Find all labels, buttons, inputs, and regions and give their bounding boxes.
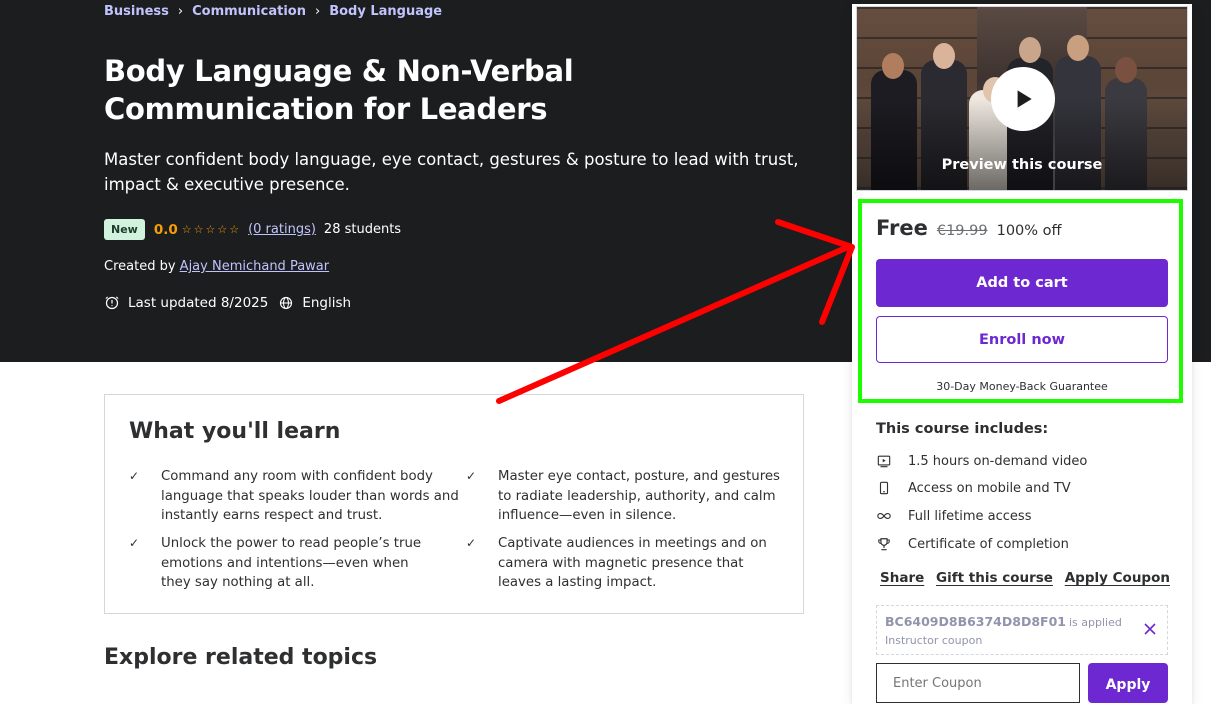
- learn-heading: What you'll learn: [129, 419, 341, 444]
- include-item: 1.5 hours on-demand video: [876, 453, 1087, 469]
- learn-item-text: Command any room with confident body lan…: [161, 469, 459, 524]
- include-item-label: Full lifetime access: [908, 508, 1032, 524]
- check-icon: ✓: [129, 536, 140, 550]
- preview-label: Preview this course: [941, 157, 1103, 173]
- learn-item-text: Unlock the power to read people’s true e…: [161, 536, 422, 591]
- coupon-type: Instructor coupon: [885, 634, 983, 647]
- coupon-input[interactable]: [876, 663, 1080, 703]
- coupon-applied-text: is applied: [1068, 616, 1122, 629]
- ratings-link[interactable]: (0 ratings): [248, 222, 316, 237]
- student-count: 28 students: [323, 222, 402, 237]
- breadcrumb-item-body-language[interactable]: Body Language: [329, 4, 442, 19]
- instructor-link[interactable]: Ajay Nemichand Pawar: [180, 259, 329, 274]
- include-item: Certificate of completion: [876, 536, 1069, 552]
- share-button[interactable]: Share: [880, 570, 924, 586]
- learn-item-text: Captivate audiences in meetings and on c…: [498, 536, 767, 591]
- apply-coupon-button[interactable]: Apply: [1088, 663, 1168, 703]
- learn-item: ✓ Captivate audiences in meetings and on…: [466, 534, 776, 593]
- apply-coupon-toggle[interactable]: Apply Coupon: [1065, 570, 1170, 586]
- include-item: Full lifetime access: [876, 508, 1031, 524]
- coupon-code: BC6409D8B6374D8D8F01: [885, 614, 1066, 629]
- play-button[interactable]: [991, 67, 1055, 131]
- infinity-icon: [876, 508, 892, 524]
- learn-item-text: Master eye contact, posture, and gesture…: [498, 469, 780, 524]
- close-icon[interactable]: [1143, 622, 1157, 636]
- include-item-label: 1.5 hours on-demand video: [908, 453, 1088, 469]
- course-subtitle: Master confident body language, eye cont…: [104, 150, 799, 194]
- course-title: Body Language & Non-Verbal Communication…: [104, 54, 574, 126]
- learn-item: ✓ Unlock the power to read people’s true…: [129, 534, 429, 593]
- course-preview[interactable]: Preview this course: [856, 6, 1188, 191]
- chevron-right-icon: ›: [177, 4, 184, 19]
- include-item-label: Access on mobile and TV: [908, 480, 1071, 496]
- learn-item: ✓ Command any room with confident body l…: [129, 467, 459, 526]
- include-item: Access on mobile and TV: [876, 480, 1071, 496]
- breadcrumb-item-business[interactable]: Business: [104, 4, 169, 19]
- play-icon: [1017, 90, 1032, 108]
- what-youll-learn-box: What you'll learn ✓ Command any room wit…: [104, 394, 804, 614]
- applied-coupon-box: BC6409D8B6374D8D8F01 is applied Instructo…: [876, 605, 1168, 655]
- trophy-icon: [876, 536, 892, 552]
- new-badge: New: [104, 219, 145, 240]
- breadcrumb: Business › Communication › Body Language: [104, 4, 442, 19]
- star-rating-icon: ☆☆☆☆☆: [181, 223, 242, 236]
- check-icon: ✓: [466, 469, 477, 483]
- course-language: English: [302, 295, 352, 311]
- coupon-code-line: BC6409D8B6374D8D8F01 is applied: [885, 614, 1122, 629]
- include-item-label: Certificate of completion: [908, 536, 1069, 552]
- created-by-label: Created by: [104, 259, 176, 274]
- gift-course-button[interactable]: Gift this course: [936, 570, 1053, 586]
- alert-clock-icon: [104, 296, 119, 311]
- learn-item: ✓ Master eye contact, posture, and gestu…: [466, 467, 786, 526]
- mobile-icon: [876, 480, 892, 496]
- includes-title: This course includes:: [876, 421, 1049, 437]
- check-icon: ✓: [466, 536, 477, 550]
- rating-row: New 0.0 ☆☆☆☆☆ (0 ratings) 28 students: [104, 219, 401, 240]
- explore-related-topics-heading: Explore related topics: [104, 645, 378, 670]
- chevron-right-icon: ›: [314, 4, 321, 19]
- breadcrumb-item-communication[interactable]: Communication: [192, 4, 306, 19]
- sidebar-actions: Share Gift this course Apply Coupon: [880, 570, 1170, 586]
- globe-icon: [278, 296, 293, 311]
- rating-score: 0.0: [153, 221, 178, 238]
- course-meta: Last updated 8/2025 English: [104, 295, 351, 311]
- check-icon: ✓: [129, 469, 140, 483]
- created-by: Created by Ajay Nemichand Pawar: [104, 259, 329, 274]
- highlight-box: [858, 199, 1183, 403]
- last-updated: Last updated 8/2025: [128, 295, 269, 311]
- video-icon: [876, 453, 892, 469]
